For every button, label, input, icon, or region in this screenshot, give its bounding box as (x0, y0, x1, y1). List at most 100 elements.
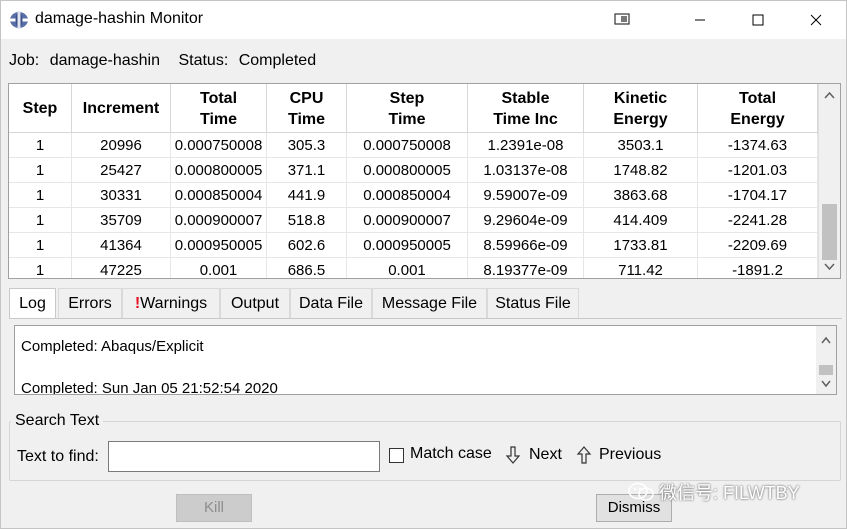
maximize-button[interactable] (735, 1, 781, 39)
cell-stable-time-inc: 1.2391e-08 (468, 133, 584, 158)
table-row[interactable]: 1 25427 0.000800005 371.1 0.000800005 1.… (9, 158, 819, 183)
col-header-increment[interactable]: Increment (72, 84, 171, 133)
log-textbox[interactable]: Completed: Abaqus/Explicit Completed: Su… (14, 325, 837, 395)
col-header-cpu-time[interactable]: CPU Time (267, 84, 347, 133)
arrow-down-icon[interactable] (505, 445, 521, 465)
cell-kinetic-energy: 3863.68 (584, 183, 698, 208)
cell-stable-time-inc: 9.29604e-09 (468, 208, 584, 233)
previous-button[interactable]: Previous (599, 446, 661, 464)
cell-step-time: 0.000800005 (347, 158, 468, 183)
cell-total-energy: -1374.63 (698, 133, 818, 158)
tab-warnings[interactable]: !Warnings (122, 288, 220, 318)
cell-cpu-time: 686.5 (267, 258, 347, 278)
cell-stable-time-inc: 8.59966e-09 (468, 233, 584, 258)
cell-step: 1 (9, 133, 72, 158)
monitor-window: damage-hashin Monitor Job: damage-hashin… (0, 0, 847, 529)
cell-cpu-time: 518.8 (267, 208, 347, 233)
minimize-button[interactable] (677, 1, 723, 39)
pin-window-icon[interactable] (599, 1, 645, 39)
cell-total-energy: -1704.17 (698, 183, 818, 208)
scroll-thumb[interactable] (822, 204, 837, 260)
tab-errors[interactable]: Errors (58, 288, 122, 318)
status-value: Completed (238, 52, 317, 69)
table-row[interactable]: 1 35709 0.000900007 518.8 0.000900007 9.… (9, 208, 819, 233)
cell-total-time: 0.000950005 (171, 233, 267, 258)
cell-step-time: 0.000750008 (347, 133, 468, 158)
cell-kinetic-energy: 711.42 (584, 258, 698, 278)
tab-data-file[interactable]: Data File (290, 288, 372, 318)
col-header-kinetic-energy[interactable]: Kinetic Energy (584, 84, 698, 133)
cell-total-time: 0.000750008 (171, 133, 267, 158)
cell-step-time: 0.001 (347, 258, 468, 278)
cell-total-time: 0.001 (171, 258, 267, 278)
table-row[interactable]: 1 47225 0.001 686.5 0.001 8.19377e-09 71… (9, 258, 819, 278)
col-header-total-energy[interactable]: Total Energy (698, 84, 818, 133)
next-button[interactable]: Next (529, 446, 562, 464)
table-row[interactable]: 1 20996 0.000750008 305.3 0.000750008 1.… (9, 133, 819, 158)
watermark-text: 微信号: FILWTBY (627, 479, 800, 505)
cell-total-energy: -2209.69 (698, 233, 818, 258)
cell-step: 1 (9, 208, 72, 233)
cell-cpu-time: 371.1 (267, 158, 347, 183)
cell-step-time: 0.000850004 (347, 183, 468, 208)
cell-cpu-time: 305.3 (267, 133, 347, 158)
table-row[interactable]: 1 30331 0.000850004 441.9 0.000850004 9.… (9, 183, 819, 208)
scroll-down-icon[interactable] (819, 260, 840, 278)
match-case-checkbox[interactable] (389, 448, 404, 463)
arrow-up-icon[interactable] (576, 445, 592, 465)
col-header-step-time[interactable]: Step Time (347, 84, 468, 133)
cell-step: 1 (9, 258, 72, 278)
col-header-total-time[interactable]: Total Time (171, 84, 267, 133)
cell-cpu-time: 441.9 (267, 183, 347, 208)
log-line: Completed: Abaqus/Explicit (21, 338, 204, 355)
cell-step: 1 (9, 233, 72, 258)
cell-step: 1 (9, 183, 72, 208)
cell-kinetic-energy: 1748.82 (584, 158, 698, 183)
job-label: Job: (9, 52, 40, 69)
status-label: Status: (178, 52, 229, 69)
cell-stable-time-inc: 9.59007e-09 (468, 183, 584, 208)
tab-log[interactable]: Log (9, 288, 56, 319)
scroll-up-icon[interactable] (819, 88, 840, 106)
cell-increment: 35709 (72, 208, 171, 233)
cell-total-energy: -1891.2 (698, 258, 818, 278)
cell-increment: 41364 (72, 233, 171, 258)
cell-total-time: 0.000900007 (171, 208, 267, 233)
cell-kinetic-energy: 3503.1 (584, 133, 698, 158)
cell-kinetic-energy: 1733.81 (584, 233, 698, 258)
tab-output[interactable]: Output (220, 288, 290, 318)
log-line: Completed: Sun Jan 05 21:52:54 2020 (21, 380, 278, 395)
find-input[interactable] (108, 441, 380, 472)
cell-cpu-time: 602.6 (267, 233, 347, 258)
col-header-stable-time-inc[interactable]: Stable Time Inc (468, 84, 584, 133)
cell-step-time: 0.000900007 (347, 208, 468, 233)
cell-increment: 30331 (72, 183, 171, 208)
cell-step-time: 0.000950005 (347, 233, 468, 258)
cell-total-time: 0.000850004 (171, 183, 267, 208)
close-button[interactable] (793, 1, 839, 39)
log-scrollbar[interactable] (816, 326, 836, 394)
progress-table[interactable]: Step Increment Total Time CPU Time Step Tim… (8, 83, 841, 279)
table-row[interactable]: 1 41364 0.000950005 602.6 0.000950005 8.… (9, 233, 819, 258)
abaqus-app-icon (10, 11, 28, 29)
cell-total-energy: -2241.28 (698, 208, 818, 233)
wechat-icon (628, 482, 654, 501)
table-scrollbar[interactable] (818, 84, 840, 278)
cell-increment: 47225 (72, 258, 171, 278)
title-bar: damage-hashin Monitor (1, 1, 846, 39)
cell-stable-time-inc: 8.19377e-09 (468, 258, 584, 278)
job-status-line: Job: damage-hashin Status: Completed (9, 52, 322, 70)
cell-total-energy: -1201.03 (698, 158, 818, 183)
window-title: damage-hashin Monitor (35, 10, 204, 27)
cell-total-time: 0.000800005 (171, 158, 267, 183)
cell-stable-time-inc: 1.03137e-08 (468, 158, 584, 183)
tab-message-file[interactable]: Message File (372, 288, 487, 318)
tab-status-file[interactable]: Status File (487, 288, 579, 318)
match-case-label[interactable]: Match case (410, 445, 492, 463)
col-header-step[interactable]: Step (9, 84, 72, 133)
cell-kinetic-energy: 414.409 (584, 208, 698, 233)
table-header: Step Increment Total Time CPU Time Step Tim… (9, 84, 819, 133)
search-group-title: Search Text (11, 412, 104, 430)
kill-button[interactable]: Kill (176, 494, 252, 522)
find-label: Text to find: (17, 448, 99, 465)
